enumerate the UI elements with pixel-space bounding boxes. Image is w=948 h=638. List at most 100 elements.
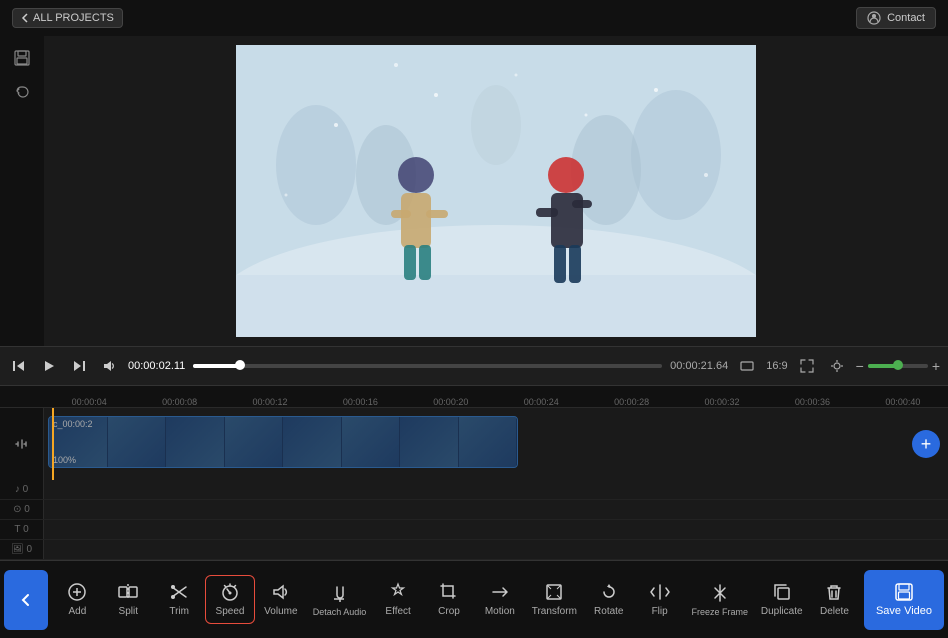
tool-freeze-frame[interactable]: Freeze Frame [685, 576, 754, 622]
effect-label: Effect [385, 606, 410, 617]
clip-thumb-3 [166, 417, 225, 467]
top-bar: ALL PROJECTS Contact [0, 0, 948, 36]
volume-label: Volume [264, 606, 297, 617]
overlay-track-control[interactable]: ⊙ 0 [0, 500, 44, 519]
volume-button[interactable] [98, 357, 120, 375]
ruler-mark: 00:00:16 [315, 397, 405, 407]
aspect-ratio-icon[interactable] [736, 357, 758, 375]
image-track-control[interactable]: 🖼 0 [0, 540, 44, 559]
timeline-ruler: 00:00:0400:00:0800:00:1200:00:1600:00:20… [0, 386, 948, 408]
zoom-in-button[interactable]: + [932, 358, 940, 374]
aspect-ratio-label: 16:9 [766, 360, 787, 372]
extra-tracks: ♪ 0 ⊙ 0 T 0 🖼 0 [0, 480, 948, 560]
ruler-marks: 00:00:0400:00:0800:00:1200:00:1600:00:20… [44, 386, 948, 407]
rotate-label: Rotate [594, 606, 623, 617]
tool-transform[interactable]: Transform [526, 576, 583, 623]
ruler-mark: 00:00:32 [677, 397, 767, 407]
ruler-mark: 00:00:24 [496, 397, 586, 407]
clip-thumb-8 [459, 417, 518, 467]
ruler-mark: 00:00:08 [134, 397, 224, 407]
overlay-track-content [44, 500, 948, 519]
ruler-mark: 00:00:12 [225, 397, 315, 407]
transport-bar: 00:00:02.11 00:00:21.64 16:9 − + [0, 346, 948, 386]
clip-thumb-6 [342, 417, 401, 467]
clip-percentage: 100% [53, 455, 76, 465]
total-time: 00:00:21.64 [670, 360, 728, 372]
video-clip[interactable]: c_00:00:2 100% [48, 416, 518, 468]
tool-trim[interactable]: Trim [154, 576, 204, 623]
tool-duplicate[interactable]: Duplicate [755, 576, 809, 623]
preview-area [44, 36, 948, 346]
save-video-label: Save Video [876, 605, 932, 617]
progress-fill [193, 364, 240, 368]
detach-audio-icon [329, 582, 349, 602]
audio-track: ♪ 0 [0, 480, 948, 500]
ruler-mark: 00:00:28 [586, 397, 676, 407]
undo-icon[interactable] [6, 78, 38, 106]
audio-track-content [44, 480, 948, 499]
zoom-control: − + [856, 358, 940, 374]
duplicate-icon [772, 582, 792, 602]
tool-motion[interactable]: Motion [475, 576, 525, 623]
ruler-mark: 00:00:04 [44, 397, 134, 407]
playhead-line [52, 408, 54, 480]
video-frame [236, 45, 756, 337]
play-button[interactable] [38, 357, 60, 375]
text-track-content [44, 520, 948, 539]
tool-add[interactable]: Add [52, 576, 102, 623]
add-track-button[interactable]: + [912, 430, 940, 458]
current-time: 00:00:02.11 [128, 360, 185, 372]
timeline-tracks: c_00:00:2 100% + [0, 408, 948, 480]
tool-split[interactable]: Split [103, 576, 153, 623]
rotate-icon [599, 582, 619, 602]
back-to-projects-button[interactable]: ALL PROJECTS [12, 8, 123, 28]
contact-button[interactable]: Contact [856, 7, 936, 29]
tool-crop[interactable]: Crop [424, 576, 474, 623]
clip-thumb-4 [225, 417, 284, 467]
toolbar-tools: Add Split Trim [52, 575, 860, 624]
tool-effect[interactable]: Effect [373, 576, 423, 623]
trim-icon [169, 582, 189, 602]
image-track-label: 🖼 0 [11, 544, 32, 555]
tool-rotate[interactable]: Rotate [584, 576, 634, 623]
brightness-button[interactable] [826, 357, 848, 375]
tool-volume[interactable]: Volume [256, 576, 306, 623]
zoom-handle[interactable] [893, 360, 903, 370]
clip-thumb-7 [400, 417, 459, 467]
tool-detach-audio[interactable]: Detach Audio [307, 576, 373, 622]
ruler-mark: 00:00:20 [406, 397, 496, 407]
progress-bar[interactable] [193, 364, 662, 368]
speed-icon [220, 582, 240, 602]
split-icon [118, 582, 138, 602]
text-track-control[interactable]: T 0 [0, 520, 44, 539]
tool-delete[interactable]: Delete [809, 576, 859, 623]
text-track: T 0 [0, 520, 948, 540]
audio-track-icon[interactable] [14, 436, 30, 452]
freeze-frame-icon [710, 582, 730, 602]
skip-forward-button[interactable] [68, 357, 90, 375]
delete-icon [824, 582, 844, 602]
save-video-button[interactable]: Save Video [864, 570, 944, 630]
image-track-content [44, 540, 948, 559]
transform-label: Transform [532, 606, 577, 617]
zoom-out-button[interactable]: − [856, 358, 864, 374]
main-area [0, 36, 948, 346]
crop-label: Crop [438, 606, 460, 617]
volume-icon [271, 582, 291, 602]
left-sidebar [0, 36, 44, 346]
fullscreen-button[interactable] [796, 357, 818, 375]
tool-flip[interactable]: Flip [635, 576, 685, 623]
toolbar-back-button[interactable] [4, 570, 48, 630]
progress-handle[interactable] [235, 360, 245, 370]
detach-audio-label: Detach Audio [313, 607, 367, 617]
save-icon[interactable] [6, 44, 38, 72]
clip-label: c_00:00:2 [53, 419, 93, 429]
zoom-slider[interactable] [868, 364, 928, 368]
flip-label: Flip [652, 606, 668, 617]
audio-track-control[interactable]: ♪ 0 [0, 480, 44, 499]
clip-thumb-2 [108, 417, 167, 467]
tool-speed[interactable]: Speed [205, 575, 255, 624]
back-label: ALL PROJECTS [33, 12, 114, 24]
skip-back-button[interactable] [8, 357, 30, 375]
video-preview [236, 45, 756, 337]
